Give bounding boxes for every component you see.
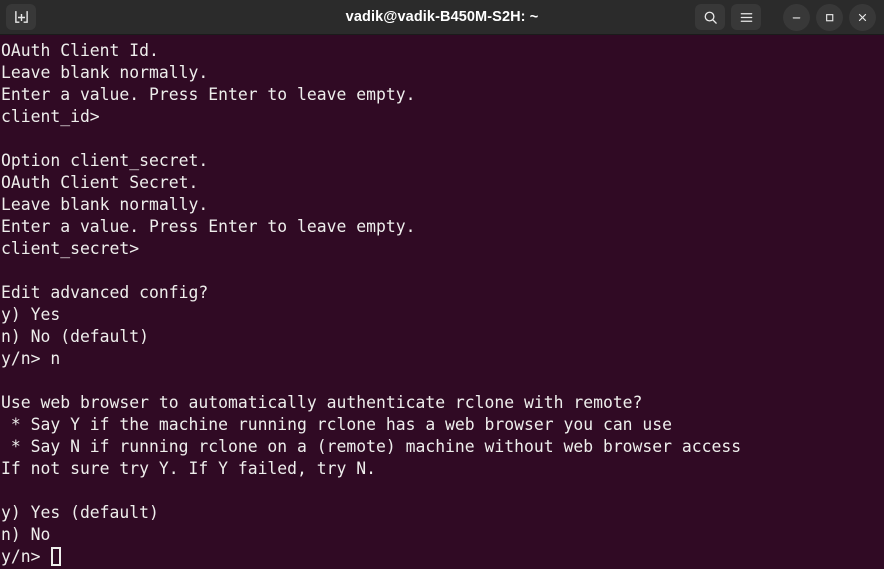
terminal-prompt: y/n> bbox=[1, 547, 51, 566]
titlebar-left-controls bbox=[0, 4, 36, 30]
new-tab-icon[interactable] bbox=[6, 4, 36, 30]
terminal-scrollback: OAuth Client Id. Leave blank normally. E… bbox=[1, 41, 742, 544]
titlebar: vadik@vadik-B450M-S2H: ~ bbox=[0, 0, 884, 35]
terminal-content-area[interactable]: OAuth Client Id. Leave blank normally. E… bbox=[0, 35, 884, 569]
titlebar-right-controls bbox=[695, 3, 884, 31]
terminal-output: OAuth Client Id. Leave blank normally. E… bbox=[0, 35, 884, 568]
text-cursor bbox=[51, 547, 62, 566]
maximize-button[interactable] bbox=[816, 3, 843, 31]
minimize-button[interactable] bbox=[783, 3, 810, 31]
terminal-window: vadik@vadik-B450M-S2H: ~ OAuth Client Id… bbox=[0, 0, 884, 569]
search-icon[interactable] bbox=[695, 4, 725, 30]
hamburger-menu-icon[interactable] bbox=[731, 4, 761, 30]
close-button[interactable] bbox=[849, 3, 876, 31]
